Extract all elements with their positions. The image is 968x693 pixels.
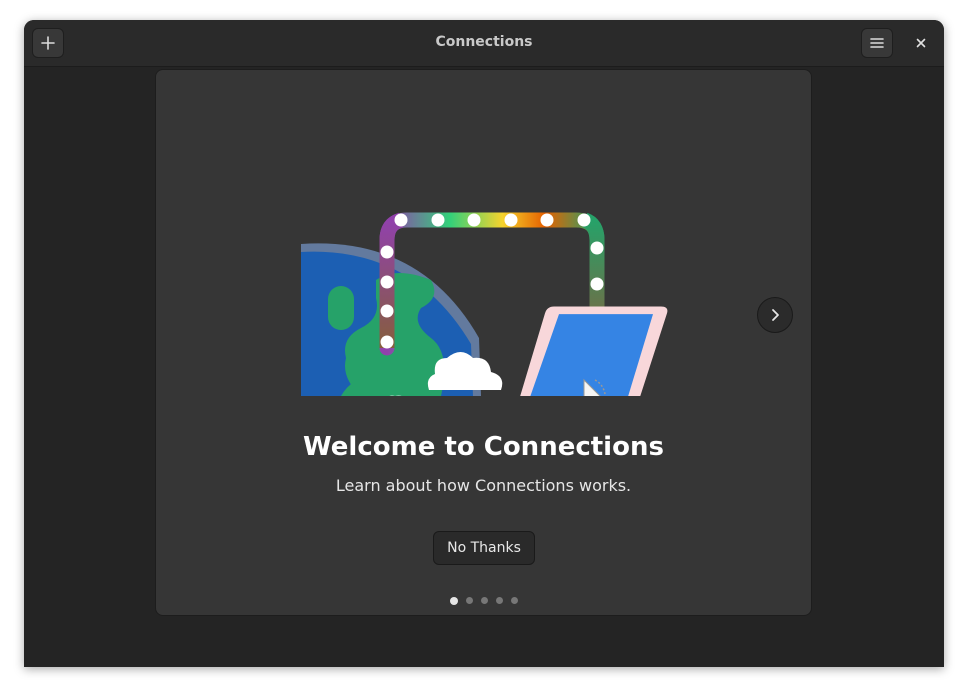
close-window-button[interactable] bbox=[910, 32, 932, 54]
page-dot-2[interactable] bbox=[465, 597, 473, 604]
hamburger-menu-icon bbox=[870, 38, 884, 48]
app-window: Connections Welcome to Connections Learn… bbox=[24, 20, 944, 667]
page-dot-4[interactable] bbox=[495, 597, 503, 604]
window-title: Connections bbox=[435, 34, 533, 50]
welcome-subtitle: Learn about how Connections works. bbox=[335, 476, 632, 495]
welcome-dialog: Welcome to Connections Learn about how C… bbox=[155, 69, 812, 616]
page-dot-5[interactable] bbox=[510, 597, 518, 604]
page-indicator bbox=[156, 597, 811, 605]
page-dot-3[interactable] bbox=[480, 597, 488, 604]
next-page-button[interactable] bbox=[757, 297, 793, 333]
chevron-right-icon bbox=[772, 309, 779, 321]
connections-illustration bbox=[301, 212, 668, 396]
page-dot-1[interactable] bbox=[449, 597, 458, 605]
main-menu-button[interactable] bbox=[861, 28, 893, 58]
no-thanks-button[interactable]: No Thanks bbox=[433, 531, 535, 565]
close-icon bbox=[916, 38, 926, 48]
welcome-heading: Welcome to Connections bbox=[303, 432, 664, 462]
headerbar: Connections bbox=[24, 20, 944, 67]
